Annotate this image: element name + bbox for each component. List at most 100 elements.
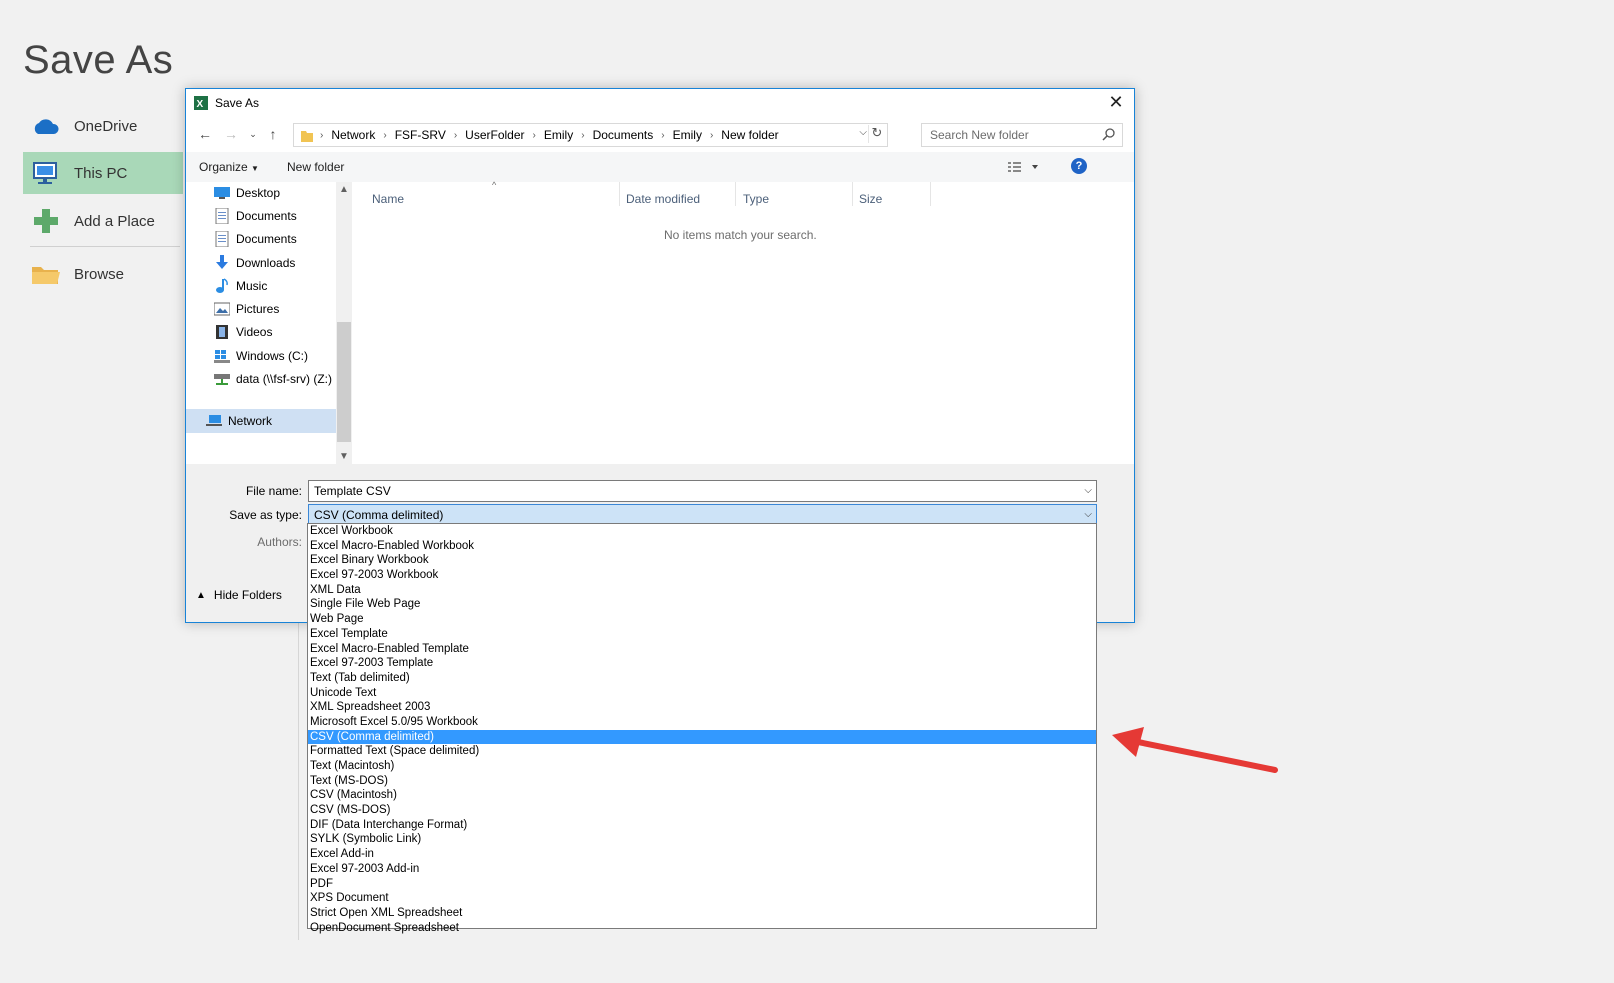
column-divider[interactable] [619, 182, 620, 206]
file-type-option[interactable]: Excel Add-in [308, 847, 1096, 862]
nav-item-label: Music [236, 279, 268, 293]
scroll-down-icon[interactable]: ▼ [339, 451, 349, 462]
nav-item-downloads[interactable]: Downloads [214, 252, 295, 274]
breadcrumb-separator[interactable]: › [383, 130, 386, 141]
file-type-option[interactable]: CSV (Macintosh) [308, 788, 1096, 803]
file-type-option[interactable]: XML Spreadsheet 2003 [308, 700, 1096, 715]
pictures-icon [214, 301, 230, 317]
file-type-option[interactable]: SYLK (Symbolic Link) [308, 832, 1096, 847]
breadcrumb-new-folder[interactable]: New folder [721, 128, 778, 142]
nav-item-label: Videos [236, 325, 273, 339]
file-type-option[interactable]: DIF (Data Interchange Format) [308, 818, 1096, 833]
backstage-item-browse[interactable]: Browse [23, 253, 183, 295]
file-type-option[interactable]: Formatted Text (Space delimited) [308, 744, 1096, 759]
document-icon [214, 231, 230, 247]
file-type-option[interactable]: Excel Binary Workbook [308, 553, 1096, 568]
refresh-icon[interactable]: ↻ [868, 125, 885, 143]
nav-item-desktop[interactable]: Desktop [214, 182, 280, 204]
file-type-option[interactable]: Strict Open XML Spreadsheet [308, 906, 1096, 921]
nav-scrollbar[interactable]: ▲ ▼ [336, 182, 352, 464]
close-icon[interactable]: ✕ [1106, 92, 1126, 112]
file-type-option[interactable]: Text (Tab delimited) [308, 671, 1096, 686]
chevron-down-icon[interactable]: ⌵ [1084, 485, 1092, 496]
breadcrumb-separator: › [320, 129, 324, 141]
column-divider[interactable] [852, 182, 853, 206]
scrollbar-thumb[interactable] [337, 322, 351, 442]
breadcrumb-separator[interactable]: › [581, 130, 584, 141]
search-icon [1102, 127, 1116, 141]
nav-item-label: Desktop [236, 186, 281, 200]
file-type-option[interactable]: Excel Macro-Enabled Workbook [308, 539, 1096, 554]
breadcrumb-separator[interactable]: › [661, 130, 664, 141]
chevron-down-icon[interactable]: ⌵ [859, 127, 867, 138]
file-type-option[interactable]: Microsoft Excel 5.0/95 Workbook [308, 715, 1096, 730]
file-type-option[interactable]: Excel 97-2003 Workbook [308, 568, 1096, 583]
breadcrumb-separator[interactable]: › [710, 130, 713, 141]
chevron-down-icon[interactable]: ⌵ [1084, 509, 1092, 520]
up-arrow-icon[interactable]: ↑ [264, 125, 282, 143]
desktop-icon [214, 185, 230, 201]
column-divider[interactable] [735, 182, 736, 206]
column-header-size[interactable]: Size [859, 192, 882, 206]
hide-folders-label: Hide Folders [213, 588, 282, 602]
column-header-name[interactable]: Name [372, 192, 404, 206]
backstage-item-add-place[interactable]: Add a Place [23, 200, 183, 242]
hide-folders-button[interactable]: ▲ Hide Folders [196, 588, 282, 602]
breadcrumb-fsf-srv[interactable]: FSF-SRV [395, 128, 446, 142]
file-type-option[interactable]: CSV (MS-DOS) [308, 803, 1096, 818]
backstage-item-label: Browse [74, 265, 125, 283]
file-name-value: Template CSV [314, 484, 391, 498]
breadcrumb-emily[interactable]: Emily [544, 128, 573, 142]
nav-item-label: Documents [236, 232, 297, 246]
nav-item-music[interactable]: Music [214, 275, 267, 297]
breadcrumb-network[interactable]: Network [331, 128, 375, 142]
nav-item-windows-c[interactable]: Windows (C:) [214, 345, 308, 367]
back-arrow-icon[interactable]: ← [196, 125, 214, 143]
file-type-option-selected[interactable]: CSV (Comma delimited) [308, 729, 1096, 745]
column-divider[interactable] [930, 182, 931, 206]
new-folder-button[interactable]: New folder [287, 160, 344, 174]
file-type-option[interactable]: Single File Web Page [308, 597, 1096, 612]
caret-down-icon: ▼ [251, 164, 259, 173]
address-bar[interactable]: › Network › FSF-SRV › UserFolder › Emily… [293, 123, 888, 147]
file-type-option[interactable]: PDF [308, 877, 1096, 892]
file-type-option[interactable]: Excel Template [308, 627, 1096, 642]
file-type-option[interactable]: Unicode Text [308, 686, 1096, 701]
file-type-option[interactable]: Text (Macintosh) [308, 759, 1096, 774]
breadcrumb-emily-2[interactable]: Emily [673, 128, 702, 142]
file-name-field[interactable]: Template CSV ⌵ [308, 480, 1097, 502]
nav-item-data-drive[interactable]: data (\\fsf-srv) (Z:) [214, 368, 336, 390]
nav-item-network[interactable]: Network [206, 410, 272, 432]
file-type-option[interactable]: OpenDocument Spreadsheet [308, 921, 1096, 936]
empty-message: No items match your search. [664, 228, 817, 242]
nav-item-documents-2[interactable]: Documents [214, 228, 297, 250]
search-input[interactable]: Search New folder [921, 123, 1123, 147]
breadcrumb-documents[interactable]: Documents [593, 128, 654, 142]
scroll-up-icon[interactable]: ▲ [339, 184, 349, 195]
backstage-item-onedrive[interactable]: OneDrive [23, 105, 183, 147]
backstage-title: Save As [23, 38, 174, 82]
view-options-button[interactable] [1006, 158, 1046, 176]
file-type-option[interactable]: Excel Workbook [308, 524, 1096, 539]
recent-dropdown-icon[interactable]: ⌄ [244, 125, 262, 143]
file-type-option[interactable]: XPS Document [308, 891, 1096, 906]
file-type-option[interactable]: Excel Macro-Enabled Template [308, 642, 1096, 657]
breadcrumb-userfolder[interactable]: UserFolder [465, 128, 524, 142]
nav-item-pictures[interactable]: Pictures [214, 298, 279, 320]
column-header-date-modified[interactable]: Date modified [626, 192, 700, 206]
file-type-option[interactable]: Excel 97-2003 Add-in [308, 862, 1096, 877]
help-icon[interactable]: ? [1071, 158, 1087, 174]
organize-button[interactable]: Organize ▼ [199, 160, 259, 174]
breadcrumb-separator[interactable]: › [454, 130, 457, 141]
file-type-option[interactable]: Text (MS-DOS) [308, 774, 1096, 789]
file-type-option[interactable]: XML Data [308, 583, 1096, 598]
file-type-option[interactable]: Excel 97-2003 Template [308, 656, 1096, 671]
column-header-type[interactable]: Type [743, 192, 769, 206]
breadcrumb-separator[interactable]: › [533, 130, 536, 141]
nav-item-videos[interactable]: Videos [214, 321, 272, 343]
file-type-option[interactable]: Web Page [308, 612, 1096, 627]
nav-item-documents[interactable]: Documents [214, 205, 297, 227]
network-drive-icon [214, 371, 230, 387]
forward-arrow-icon[interactable]: → [222, 125, 240, 143]
backstage-item-this-pc[interactable]: This PC [23, 152, 183, 194]
